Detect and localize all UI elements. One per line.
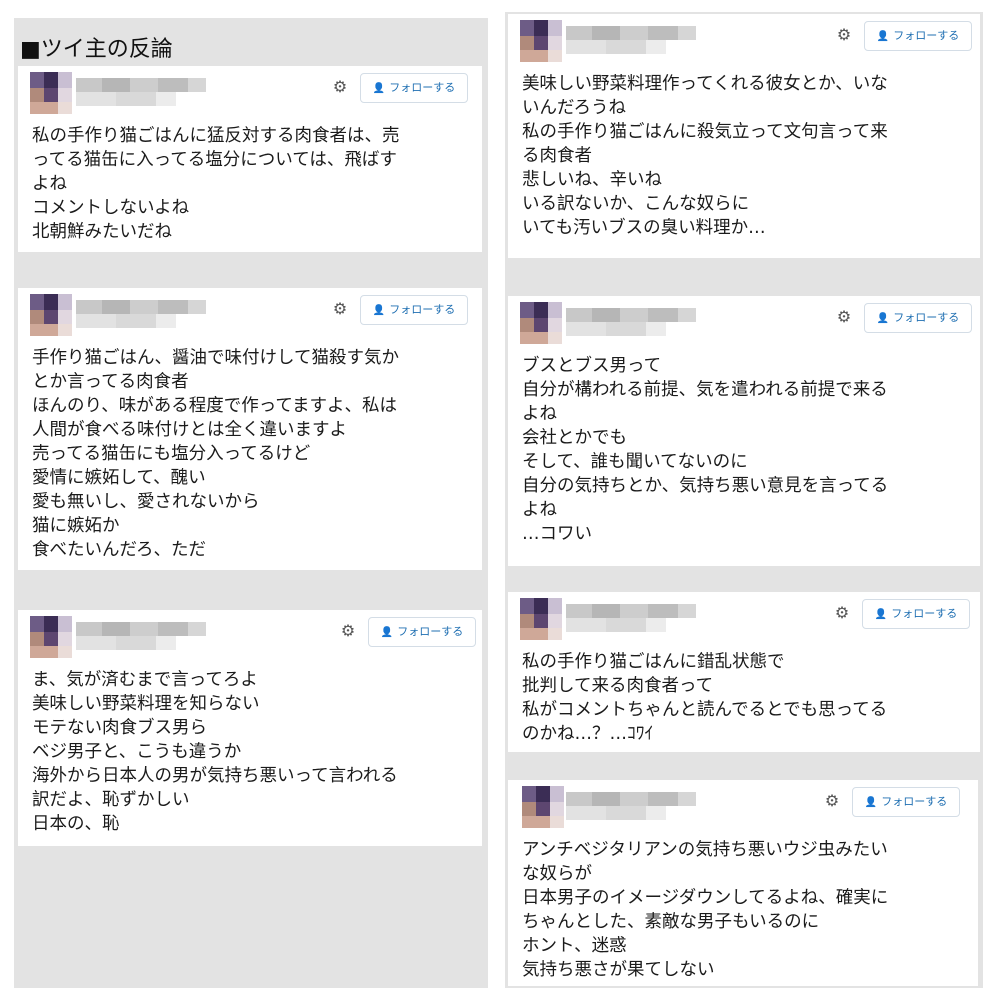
post-card: ⚙ 👤 フォローする 私の手作り猫ごはんに錯乱状態で 批判して来る肉食者って 私が… xyxy=(508,592,980,752)
avatar[interactable] xyxy=(520,302,562,344)
post-header: ⚙ 👤 フォローする xyxy=(508,780,978,828)
post-header: ⚙ 👤 フォローする xyxy=(18,288,482,336)
username-blurred[interactable] xyxy=(566,26,696,56)
post-text: ま、気が済むまで言ってろよ 美味しい野菜料理を知らない モテない肉食ブス男ら ベ… xyxy=(32,670,398,834)
follow-button[interactable]: 👤 フォローする xyxy=(360,73,468,103)
username-blurred[interactable] xyxy=(76,300,206,330)
post-header: ⚙ 👤 フォローする xyxy=(18,610,482,658)
post-card: ⚙ 👤 フォローする ま、気が済むまで言ってろよ 美味しい野菜料理を知らない モテ… xyxy=(18,610,482,846)
page-heading: ■ツイ主の反論 xyxy=(20,37,173,62)
follow-button[interactable]: 👤 フォローする xyxy=(862,599,970,629)
post-header: ⚙ 👤 フォローする xyxy=(508,296,980,344)
avatar[interactable] xyxy=(30,294,72,336)
post-header: ⚙ 👤 フォローする xyxy=(508,592,980,640)
post-text: 私の手作り猫ごはんに猛反対する肉食者は、売 ってる猫缶に入ってる塩分については、… xyxy=(32,126,400,242)
user-plus-icon: 👤 xyxy=(380,627,394,638)
username-blurred[interactable] xyxy=(566,792,696,822)
user-plus-icon: 👤 xyxy=(876,313,890,324)
gear-icon[interactable]: ⚙ xyxy=(836,27,852,43)
avatar[interactable] xyxy=(522,786,564,828)
follow-button-label: フォローする xyxy=(389,303,456,316)
follow-button[interactable]: 👤 フォローする xyxy=(864,21,972,51)
gear-icon[interactable]: ⚙ xyxy=(834,605,850,621)
gear-icon[interactable]: ⚙ xyxy=(340,623,356,639)
user-plus-icon: 👤 xyxy=(874,609,888,620)
user-plus-icon: 👤 xyxy=(372,83,386,94)
username-blurred[interactable] xyxy=(76,622,206,652)
follow-button-label: フォローする xyxy=(893,29,960,42)
gear-icon[interactable]: ⚙ xyxy=(332,301,348,317)
follow-button[interactable]: 👤 フォローする xyxy=(852,787,960,817)
username-blurred[interactable] xyxy=(566,604,696,634)
post-text: 私の手作り猫ごはんに錯乱状態で 批判して来る肉食者って 私がコメントちゃんと読ん… xyxy=(522,652,888,744)
post-text: ブスとブス男って 自分が構われる前提、気を遣われる前提で来る よね 会社とかでも… xyxy=(522,356,889,544)
post-card: ⚙ 👤 フォローする 手作り猫ごはん、醤油で味付けして猫殺す気か とか言ってる肉食… xyxy=(18,288,482,570)
post-card: ⚙ 👤 フォローする アンチベジタリアンの気持ち悪いウジ虫みたい な奴らが 日本男… xyxy=(508,780,978,986)
gear-icon[interactable]: ⚙ xyxy=(824,793,840,809)
post-card: ⚙ 👤 フォローする 私の手作り猫ごはんに猛反対する肉食者は、売 ってる猫缶に入っ… xyxy=(18,66,482,252)
post-text: 手作り猫ごはん、醤油で味付けして猫殺す気か とか言ってる肉食者 ほんのり、味があ… xyxy=(32,348,399,560)
post-header: ⚙ 👤 フォローする xyxy=(18,66,482,114)
follow-button-label: フォローする xyxy=(891,607,958,620)
post-text: 美味しい野菜料理作ってくれる彼女とか、いな いんだろうね 私の手作り猫ごはんに殺… xyxy=(522,74,888,238)
gear-icon[interactable]: ⚙ xyxy=(332,79,348,95)
follow-button-label: フォローする xyxy=(893,311,960,324)
follow-button[interactable]: 👤 フォローする xyxy=(368,617,476,647)
follow-button[interactable]: 👤 フォローする xyxy=(864,303,972,333)
gear-icon[interactable]: ⚙ xyxy=(836,309,852,325)
user-plus-icon: 👤 xyxy=(876,31,890,42)
post-text: アンチベジタリアンの気持ち悪いウジ虫みたい な奴らが 日本男子のイメージダウンし… xyxy=(522,840,889,980)
avatar[interactable] xyxy=(30,616,72,658)
user-plus-icon: 👤 xyxy=(864,797,878,808)
follow-button[interactable]: 👤 フォローする xyxy=(360,295,468,325)
username-blurred[interactable] xyxy=(566,308,696,338)
username-blurred[interactable] xyxy=(76,78,206,108)
follow-button-label: フォローする xyxy=(881,795,948,808)
post-card: ⚙ 👤 フォローする ブスとブス男って 自分が構われる前提、気を遣われる前提で来る… xyxy=(508,296,980,566)
avatar[interactable] xyxy=(520,598,562,640)
post-card: ⚙ 👤 フォローする 美味しい野菜料理作ってくれる彼女とか、いな いんだろうね 私… xyxy=(508,14,980,258)
user-plus-icon: 👤 xyxy=(372,305,386,316)
follow-button-label: フォローする xyxy=(397,625,464,638)
avatar[interactable] xyxy=(520,20,562,62)
post-header: ⚙ 👤 フォローする xyxy=(508,14,980,62)
avatar[interactable] xyxy=(30,72,72,114)
follow-button-label: フォローする xyxy=(389,81,456,94)
